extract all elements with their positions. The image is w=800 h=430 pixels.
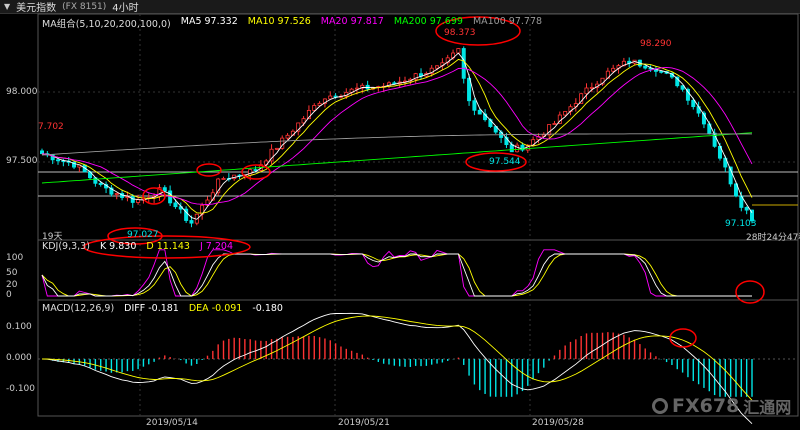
candle-down — [643, 65, 648, 69]
kdj-y-100: 100 — [6, 253, 24, 263]
kdj-legend: KDJ(9,3,3) K 9.830 D 11.143 J 7.204 — [42, 241, 233, 252]
candle-down — [659, 70, 664, 73]
second-high-price-label: 98.290 — [640, 39, 672, 49]
watermark-logo-icon — [652, 398, 668, 414]
candle-up — [274, 147, 279, 150]
ma20-value: MA20 97.817 — [320, 16, 384, 27]
candle-down — [173, 202, 178, 208]
ma20-line — [41, 66, 753, 205]
watermark-sub: 汇通网 — [743, 398, 792, 417]
macd-hist-value: -0.180 — [252, 303, 283, 314]
ma100-line — [41, 133, 752, 156]
ma-group-label: MA组合(5,10,20,200,100,0) — [42, 19, 171, 30]
kdj-j-value: J 7.204 — [199, 241, 233, 252]
candle-up — [285, 134, 290, 139]
candle-up — [584, 87, 589, 95]
kdj-name: KDJ(9,3,3) — [42, 241, 90, 252]
candle-up — [552, 123, 557, 125]
kdj-y-0: 0 — [6, 290, 12, 300]
macd-dea-value: DEA -0.091 — [188, 303, 243, 314]
kdj-d-value: D 11.143 — [146, 241, 190, 252]
candle-up — [328, 95, 333, 100]
candle-down — [98, 182, 103, 185]
candle-up — [563, 111, 568, 116]
macd-y-0100: 0.100 — [6, 322, 32, 332]
annotation-ellipse-left-1 — [196, 163, 222, 177]
x-label-0514: 2019/05/14 — [146, 418, 198, 428]
candle-up — [114, 193, 119, 195]
candle-down — [691, 99, 696, 108]
candle-up — [456, 48, 461, 54]
macd-diff-line — [41, 312, 753, 425]
countdown-label: 28时24分47秒 — [746, 233, 800, 243]
left-price-label: 7.702 — [38, 122, 64, 132]
candle-down — [56, 159, 61, 162]
candle-up — [435, 65, 440, 69]
main-panel-frame — [37, 13, 799, 241]
low-price-label: 97.027 — [127, 230, 159, 240]
candle-down — [472, 100, 477, 111]
macd-diff-value: DIFF -0.181 — [124, 303, 179, 314]
macd-legend: MACD(12,26,9) DIFF -0.181 DEA -0.091 -0.… — [42, 303, 283, 314]
candle-down — [189, 220, 194, 224]
fx678-watermark: FX678 汇通网 — [652, 394, 791, 418]
candle-up — [515, 144, 520, 153]
candle-up — [312, 105, 317, 111]
macd-name: MACD(12,26,9) — [42, 303, 115, 314]
high-price-label: 98.373 — [444, 28, 476, 38]
candle-down — [130, 196, 135, 203]
x-label-0528: 2019/05/28 — [532, 418, 584, 428]
candle-down — [509, 144, 514, 153]
mid-low-price-label: 97.544 — [489, 157, 521, 167]
last-price-label: 97.103 — [725, 219, 757, 229]
macd-y-0000: 0.000 — [6, 353, 32, 363]
candle-up — [221, 178, 226, 180]
price-chart[interactable] — [0, 0, 800, 430]
watermark-text: FX678 — [672, 395, 740, 417]
candle-down — [744, 207, 749, 211]
kdj-y-50: 50 — [6, 268, 18, 278]
macd-y-neg0100: -0.100 — [6, 384, 36, 394]
kdj-k-value: K 9.830 — [99, 241, 137, 252]
kdj-y-20: 20 — [6, 280, 18, 290]
candle-up — [589, 87, 594, 89]
ma5-value: MA5 97.332 — [180, 16, 238, 27]
candle-up — [248, 169, 253, 176]
candle-down — [40, 150, 45, 155]
ma100-value: MA100 97.778 — [472, 16, 543, 27]
y-label-97500: 97.500 — [6, 156, 38, 166]
ma10-value: MA10 97.526 — [247, 16, 311, 27]
ma200-line — [41, 132, 753, 184]
annotation-ellipse-macd-cross — [669, 328, 697, 348]
candle-down — [477, 109, 482, 115]
candle-down — [162, 187, 167, 192]
ma10-line — [41, 58, 753, 214]
candle-up — [611, 67, 616, 72]
y-label-98000: 98.000 — [6, 87, 38, 97]
x-label-0521: 2019/05/21 — [338, 418, 390, 428]
